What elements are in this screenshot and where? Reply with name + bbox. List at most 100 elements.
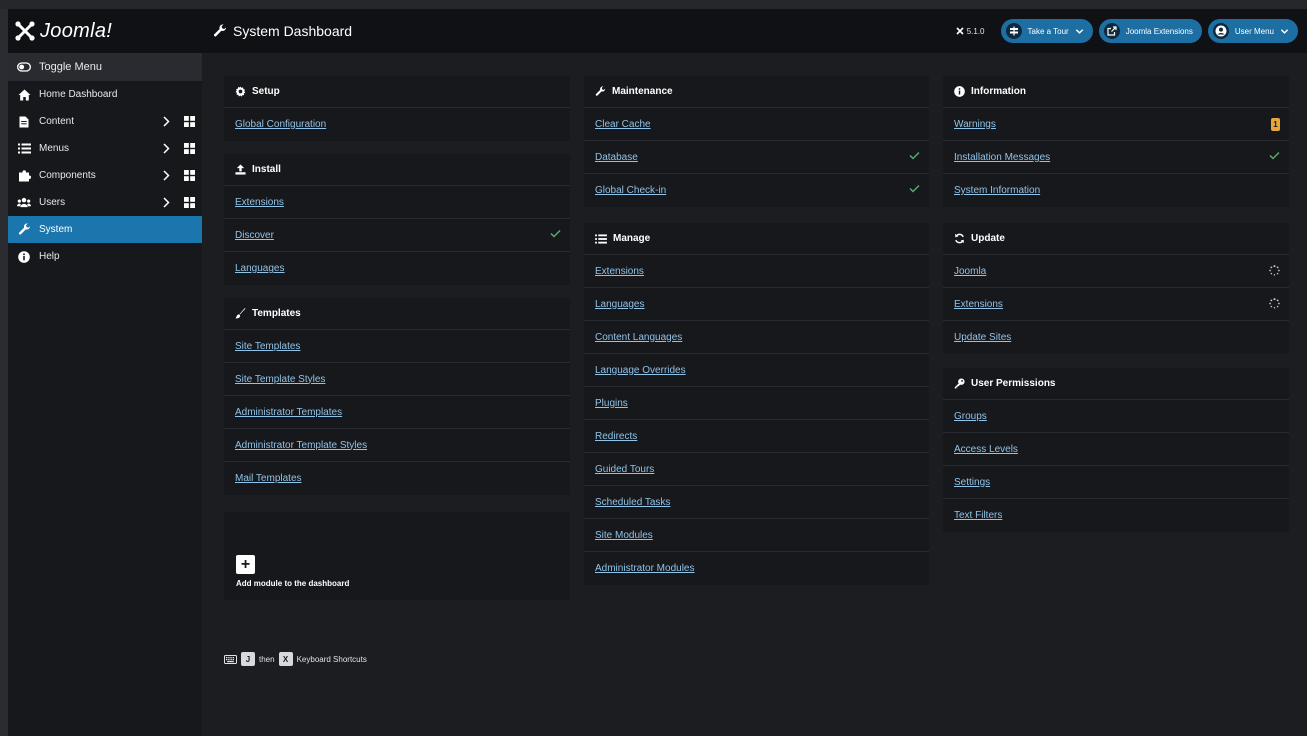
user-menu-button[interactable]: User Menu [1207,19,1298,43]
list-item: Redirects [584,420,929,453]
sidebar-item-label: Users [39,197,66,208]
content-languages-link[interactable]: Content Languages [595,332,682,343]
users-icon [17,196,31,210]
card-title: Manage [613,233,651,244]
dashboard-grid-icon[interactable] [184,116,195,127]
site-template-styles-link[interactable]: Site Template Styles [235,374,325,385]
list-icon [595,233,607,244]
database-link[interactable]: Database [595,152,638,163]
text-filters-link[interactable]: Text Filters [954,510,1002,521]
sidebar-item-home-dashboard[interactable]: Home Dashboard [8,81,202,108]
keyboard-shortcuts-hint[interactable]: J then X Keyboard Shortcuts [224,652,367,666]
list-item: Administrator Template Styles [224,429,570,462]
global-configuration-link[interactable]: Global Configuration [235,119,326,130]
card-header: Setup [224,76,570,108]
loading-spinner-icon [1269,265,1280,276]
redirects-link[interactable]: Redirects [595,431,637,442]
manage-extensions-link[interactable]: Extensions [595,266,644,277]
list-item: Groups [943,400,1289,433]
user-menu-label: User Menu [1234,26,1274,36]
installation-messages-link[interactable]: Installation Messages [954,152,1050,163]
list-item: Global Check-in [584,174,929,207]
manage-languages-link[interactable]: Languages [595,299,645,310]
discover-link[interactable]: Discover [235,230,274,241]
list-item: Mail Templates [224,462,570,495]
card-title: User Permissions [971,378,1056,389]
list-item: Access Levels [943,433,1289,466]
card-maintenance: Maintenance Clear Cache Database Global … [584,76,929,207]
chevron-right-icon[interactable] [162,143,170,154]
sidebar-item-label: Components [39,170,96,181]
global-check-in-link[interactable]: Global Check-in [595,185,666,196]
card-title: Setup [252,86,280,97]
groups-link[interactable]: Groups [954,411,987,422]
administrator-modules-link[interactable]: Administrator Modules [595,563,694,574]
dashboard-grid-icon[interactable] [184,197,195,208]
sidebar-item-system[interactable]: System [8,216,202,243]
sidebar-item-content[interactable]: Content [8,108,202,135]
check-icon [1269,151,1280,160]
update-sites-link[interactable]: Update Sites [954,332,1011,343]
take-tour-button[interactable]: Take a Tour [1000,19,1093,43]
list-item: Site Templates [224,330,570,363]
list-item: Joomla [943,255,1289,288]
loading-spinner-icon [1269,298,1280,309]
sidebar-item-label: Menus [39,143,70,154]
site-modules-link[interactable]: Site Modules [595,530,653,541]
upload-icon [235,164,246,175]
add-module-button[interactable]: + [236,555,255,574]
install-languages-link[interactable]: Languages [235,263,285,274]
update-extensions-link[interactable]: Extensions [954,299,1003,310]
card-header: Install [224,154,570,186]
chevron-right-icon[interactable] [162,170,170,181]
joomla-extensions-button[interactable]: Joomla Extensions [1098,19,1202,43]
top-header: Joomla! System Dashboard 5.1.0 Take a To… [8,9,1307,53]
page-title: System Dashboard [213,23,352,39]
mail-templates-link[interactable]: Mail Templates [235,473,302,484]
dashboard-grid-icon[interactable] [184,170,195,181]
card-title: Information [971,86,1026,97]
chevron-right-icon[interactable] [162,197,170,208]
list-item: Administrator Modules [584,552,929,585]
list-item: Languages [224,252,570,285]
check-icon [909,151,920,160]
card-manage: Manage Extensions Languages Content Lang… [584,223,929,585]
list-item: Language Overrides [584,354,929,387]
administrator-template-styles-link[interactable]: Administrator Template Styles [235,440,367,451]
administrator-templates-link[interactable]: Administrator Templates [235,407,342,418]
plugins-link[interactable]: Plugins [595,398,628,409]
key-icon [954,378,965,389]
file-icon [17,115,31,129]
system-information-link[interactable]: System Information [954,185,1040,196]
sidebar-item-components[interactable]: Components [8,162,202,189]
chevron-down-icon [1280,28,1289,34]
warnings-link[interactable]: Warnings [954,119,996,130]
site-templates-link[interactable]: Site Templates [235,341,300,352]
toggle-menu-button[interactable]: Toggle Menu [8,53,202,81]
joomla-logo[interactable]: Joomla! [8,20,203,43]
sidebar-item-menus[interactable]: Menus [8,135,202,162]
install-extensions-link[interactable]: Extensions [235,197,284,208]
guided-tours-link[interactable]: Guided Tours [595,464,654,475]
sidebar-item-users[interactable]: Users [8,189,202,216]
clear-cache-link[interactable]: Clear Cache [595,119,651,130]
add-module-label[interactable]: Add module to the dashboard [236,579,349,588]
access-levels-link[interactable]: Access Levels [954,444,1018,455]
wrench-icon [213,24,226,37]
card-information: Information Warnings 1 Installation Mess… [943,76,1289,207]
language-overrides-link[interactable]: Language Overrides [595,365,686,376]
settings-link[interactable]: Settings [954,477,990,488]
dashboard-grid-icon[interactable] [184,143,195,154]
chevron-right-icon[interactable] [162,116,170,127]
list-item: Global Configuration [224,108,570,141]
list-item: Site Modules [584,519,929,552]
scheduled-tasks-link[interactable]: Scheduled Tasks [595,497,670,508]
sidebar-item-help[interactable]: Help [8,243,202,270]
external-link-icon [1103,23,1120,39]
card-header: User Permissions [943,368,1289,400]
joomla-update-link[interactable]: Joomla [954,266,986,277]
list-item: Extensions [943,288,1289,321]
version-text: 5.1.0 [966,26,985,36]
card-update: Update Joomla Extensions Update Sites [943,223,1289,354]
info-icon [954,86,965,97]
